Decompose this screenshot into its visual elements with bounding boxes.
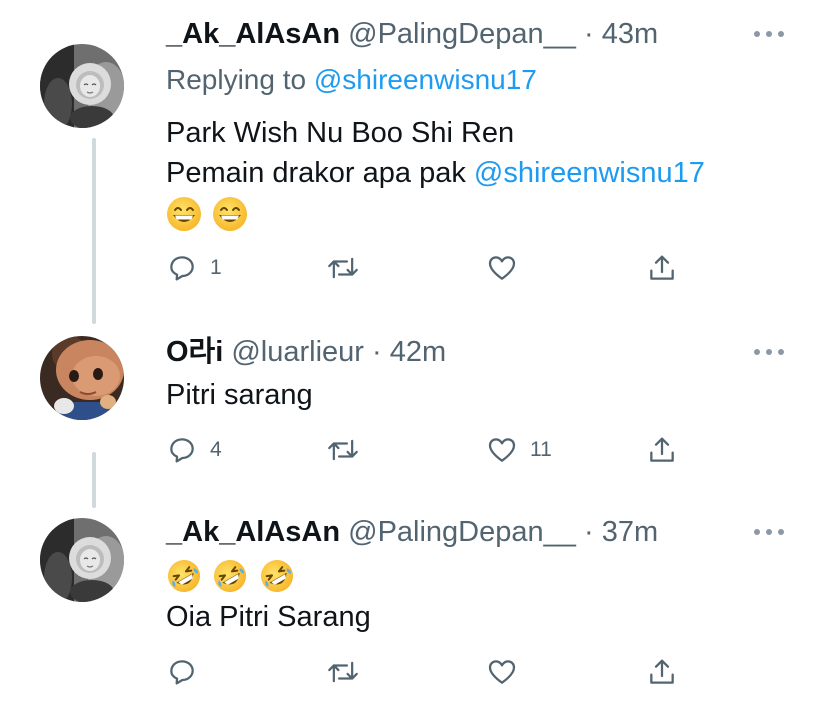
baby-photo-avatar-icon — [40, 44, 124, 128]
dot-icon — [778, 349, 784, 355]
retweet-icon — [328, 661, 358, 683]
avatar[interactable] — [40, 518, 124, 602]
retweet-button[interactable] — [326, 430, 372, 470]
timestamp[interactable]: 42m — [390, 336, 446, 368]
retweet-button[interactable] — [326, 248, 372, 288]
more-options-button[interactable] — [752, 28, 788, 40]
like-button[interactable]: 11 — [486, 430, 552, 470]
display-name[interactable]: O라i — [166, 336, 223, 368]
baby-photo-avatar-icon — [40, 518, 124, 602]
rolling-on-floor-laughing-icon — [260, 560, 293, 592]
reply-button[interactable]: 1 — [166, 248, 222, 288]
timestamp[interactable]: 37m — [602, 516, 658, 548]
timestamp[interactable]: 43m — [602, 18, 658, 50]
reply-icon — [170, 256, 194, 281]
like-count: 11 — [530, 438, 552, 461]
tweet-header: _Ak_AlAsAn @PalingDepan__ · 43m — [166, 16, 658, 52]
dot-icon — [766, 529, 772, 535]
retweet-icon — [328, 257, 358, 279]
display-name[interactable]: _Ak_AlAsAn — [166, 18, 340, 50]
avatar[interactable] — [40, 336, 124, 420]
avatar[interactable] — [40, 44, 124, 128]
action-bar: 1 — [166, 248, 726, 288]
tweet[interactable]: _Ak_AlAsAn @PalingDepan__ · 43m Replying… — [0, 0, 828, 320]
more-options-button[interactable] — [752, 346, 788, 358]
grinning-face-icon — [167, 197, 201, 231]
dot-icon — [766, 349, 772, 355]
like-button[interactable] — [486, 652, 530, 692]
separator-dot: · — [372, 336, 382, 368]
cartoon-character-avatar-icon — [40, 336, 124, 420]
share-button[interactable] — [646, 430, 678, 470]
rolling-on-floor-laughing-icon — [214, 560, 247, 592]
dot-icon — [754, 349, 760, 355]
share-button[interactable] — [646, 652, 678, 692]
tweet[interactable]: _Ak_AlAsAn @PalingDepan__ · 37m Oia Pitr… — [0, 500, 828, 712]
heart-icon — [488, 660, 516, 684]
share-icon — [650, 255, 674, 280]
reply-icon — [170, 438, 194, 463]
dot-icon — [778, 31, 784, 37]
replying-handle-link[interactable]: @shireenwisnu17 — [314, 64, 537, 95]
dot-icon — [778, 529, 784, 535]
tweet-header: O라i @luarlieur · 42m — [166, 334, 446, 370]
dot-icon — [754, 31, 760, 37]
retweet-button[interactable] — [326, 652, 372, 692]
tweet-text-line: Park Wish Nu Boo Shi Ren — [166, 117, 515, 149]
share-icon — [650, 659, 674, 684]
separator-dot: · — [583, 18, 594, 50]
emoji-row — [166, 558, 301, 596]
reply-icon — [170, 660, 194, 685]
heart-icon — [488, 256, 516, 280]
tweet[interactable]: O라i @luarlieur · 42m Pitri sarang 4 11 — [0, 320, 828, 500]
reply-button[interactable]: 4 — [166, 430, 222, 470]
tweet-header: _Ak_AlAsAn @PalingDepan__ · 37m — [166, 514, 658, 550]
action-bar — [166, 652, 726, 692]
display-name[interactable]: _Ak_AlAsAn — [166, 516, 340, 548]
user-handle[interactable]: @PalingDepan__ — [348, 18, 576, 50]
mention-link[interactable]: @shireenwisnu17 — [474, 157, 705, 189]
tweet-text: Pemain drakor apa pak — [166, 157, 466, 189]
reply-count: 1 — [210, 256, 222, 279]
action-bar: 4 11 — [166, 430, 726, 470]
tweet-text: Oia Pitri Sarang — [166, 601, 371, 633]
user-handle[interactable]: @luarlieur — [231, 336, 364, 368]
more-options-button[interactable] — [752, 526, 788, 538]
replying-to: Replying to @shireenwisnu17 — [166, 62, 537, 98]
tweet-text: Pitri sarang — [166, 379, 313, 411]
retweet-icon — [328, 439, 358, 461]
user-handle[interactable]: @PalingDepan__ — [348, 516, 576, 548]
separator-dot: · — [583, 516, 594, 548]
reply-count: 4 — [210, 438, 222, 461]
heart-icon — [488, 438, 516, 462]
like-button[interactable] — [486, 248, 530, 288]
dot-icon — [766, 31, 772, 37]
replying-label: Replying to — [166, 64, 307, 95]
dot-icon — [754, 529, 760, 535]
tweet-text-line: Pemain drakor apa pak @shireenwisnu17 — [166, 154, 705, 192]
share-icon — [650, 437, 674, 462]
reply-button[interactable] — [166, 652, 210, 692]
emoji-row — [166, 196, 254, 234]
grinning-face-icon — [213, 197, 248, 231]
rolling-on-floor-laughing-icon — [168, 560, 200, 592]
share-button[interactable] — [646, 248, 678, 288]
